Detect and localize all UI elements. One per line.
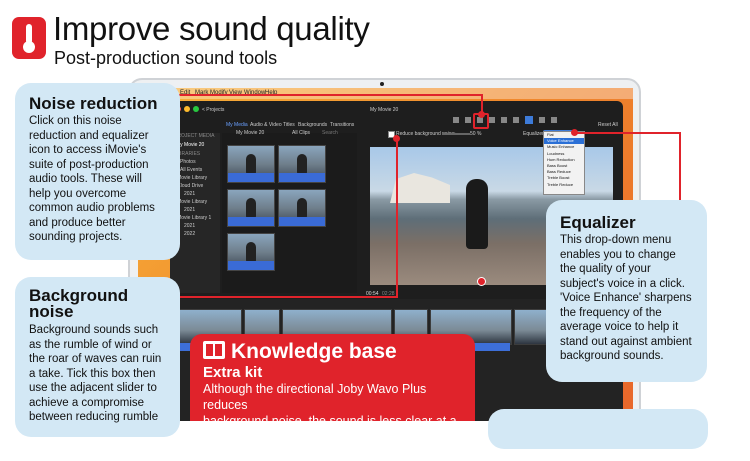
record-button[interactable] [477,277,486,286]
media-thumbnail[interactable] [227,233,275,271]
media-thumbnail[interactable] [278,189,326,227]
leader-dot [478,111,485,118]
tab-my-media[interactable]: My Media [226,122,248,128]
media-thumbnail[interactable] [227,189,275,227]
noise-slider[interactable] [442,133,470,135]
book-icon [203,341,225,359]
equalizer-title: Equalizer [560,213,636,232]
sidebar-item-project[interactable]: My Movie 20 [176,142,204,148]
zoom-button[interactable] [193,106,199,112]
thermometer-icon [12,17,46,59]
sidebar-item-library-2[interactable]: iMovie Library [176,199,207,205]
clips-filter[interactable]: All Clips [292,130,310,136]
background-noise-title: Background noise [29,286,129,321]
tab-audio-video[interactable]: Audio & Video [250,122,282,128]
minimize-button[interactable] [184,106,190,112]
projects-button[interactable]: < Projects [202,107,224,113]
leader-line [175,296,397,298]
noise-reduction-text: Click on this noise reduction and equali… [29,115,155,243]
sidebar-item-2022[interactable]: 2022 [184,231,195,237]
noise-reduction-title: Noise reduction [29,94,158,113]
sidebar-item-library[interactable]: iMovie Library [176,175,207,181]
tab-transitions[interactable]: Transitions [330,122,354,128]
leader-line [679,132,681,202]
sidebar-item-library-1[interactable]: iMovie Library 1 [176,215,211,221]
knowledge-base-subtitle: Extra kit [203,364,263,381]
leader-dot [393,135,400,142]
sidebar-item-icloud[interactable]: iCloud Drive [176,183,203,189]
media-thumbnail[interactable] [227,145,275,183]
page-title: Improve sound quality [53,10,370,47]
knowledge-base-title: Knowledge base [231,340,397,363]
tab-backgrounds[interactable]: Backgrounds [298,122,327,128]
sidebar-item-2021-c[interactable]: 2021 [184,223,195,229]
tab-titles[interactable]: Titles [283,122,295,128]
media-thumbnail[interactable] [278,145,326,183]
noise-percent: 50 % [470,131,482,137]
camera-icon [380,82,384,86]
page-subtitle: Post-production sound tools [54,48,278,68]
reset-all-button[interactable]: Reset All [598,122,618,128]
toolbar-icons [453,116,557,124]
browser-project-title: My Movie 20 [236,130,265,136]
sidebar-item-photos[interactable]: Photos [180,159,196,165]
window-title: My Movie 20 [370,107,399,113]
sidebar-item-2021[interactable]: 2021 [184,191,195,197]
knowledge-base-text: Although the directional Joby Wavo Plus … [203,382,457,460]
sidebar-item-all-events[interactable]: All Events [180,167,202,173]
project-media-header: PROJECT MEDIA [174,133,215,139]
leader-dot [571,129,578,136]
sidebar-item-2021-b[interactable]: 2021 [184,207,195,213]
background-noise-text: Background sounds such as the rumble of … [29,324,162,423]
eq-option-treble-reduce[interactable]: Treble Reduce [544,182,584,188]
leader-line [170,94,482,96]
search-input[interactable]: Search [322,130,338,136]
partial-callout [488,409,708,449]
equalizer-label: Equalizer: [523,131,546,137]
media-browser: My Movie 20 All Clips Search [222,130,357,293]
leader-line [396,138,398,298]
equalizer-text: This drop-down menu enables you to chang… [560,234,692,362]
leader-line [575,132,680,134]
equalizer-menu: Flat Voice Enhance Music Enhance Loudnes… [543,131,585,195]
